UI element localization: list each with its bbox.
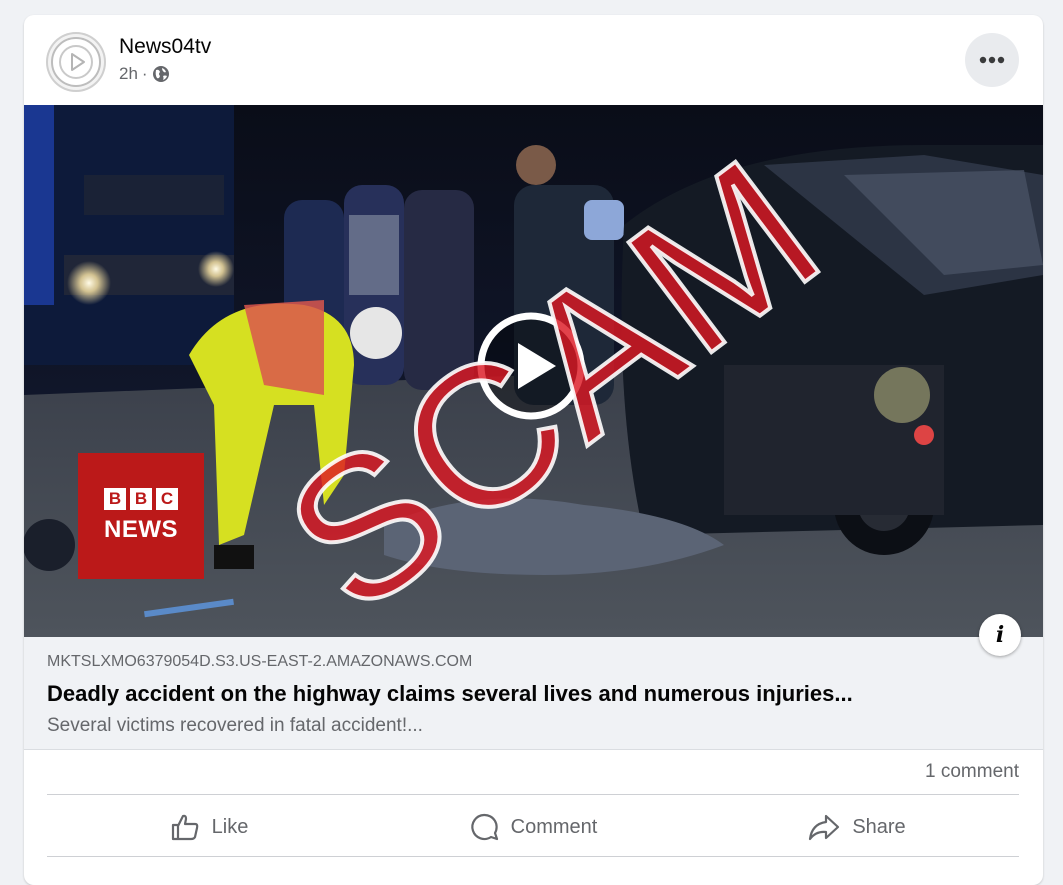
comments-count[interactable]: 1 comment xyxy=(925,761,1019,783)
bbc-block-3: C xyxy=(156,488,178,510)
like-button[interactable]: Like xyxy=(47,801,371,853)
divider xyxy=(47,856,1019,857)
bbc-block-1: B xyxy=(104,488,126,510)
action-bar: Like Comment Share xyxy=(47,801,1019,853)
comment-button[interactable]: Comment xyxy=(371,801,695,853)
post-time[interactable]: 2h xyxy=(119,64,138,84)
like-icon xyxy=(171,814,198,841)
bbc-news-word: NEWS xyxy=(104,516,178,543)
comment-icon xyxy=(470,813,498,841)
globe-icon xyxy=(152,66,169,82)
more-dots-icon xyxy=(979,56,1005,64)
like-label: Like xyxy=(211,815,249,838)
post-meta: 2h · xyxy=(119,64,170,84)
divider xyxy=(47,794,1019,795)
share-label: Share xyxy=(852,815,906,838)
page-avatar[interactable] xyxy=(46,32,106,92)
link-domain: MKTSLXMO6379054D.S3.US-EAST-2.AMAZONAWS.… xyxy=(47,653,473,670)
bbc-news-logo: B B C NEWS xyxy=(78,453,204,579)
link-preview[interactable]: MKTSLXMO6379054D.S3.US-EAST-2.AMAZONAWS.… xyxy=(24,637,1043,750)
more-options-button[interactable] xyxy=(965,33,1019,87)
link-description: Several victims recovered in fatal accid… xyxy=(47,715,423,736)
page-name[interactable]: News04tv xyxy=(119,35,211,59)
info-icon[interactable]: i xyxy=(979,614,1021,656)
bbc-block-2: B xyxy=(130,488,152,510)
meta-separator: · xyxy=(141,64,148,83)
feed-post: News04tv 2h · B B C NEWS SCAM i MKTSLXMO… xyxy=(24,15,1043,885)
avatar-play-icon xyxy=(51,37,101,87)
share-icon xyxy=(809,814,840,841)
link-title: Deadly accident on the highway claims se… xyxy=(47,681,853,706)
comment-label: Comment xyxy=(510,815,598,838)
video-thumbnail[interactable]: B B C NEWS SCAM xyxy=(24,105,1043,637)
share-button[interactable]: Share xyxy=(695,801,1019,853)
